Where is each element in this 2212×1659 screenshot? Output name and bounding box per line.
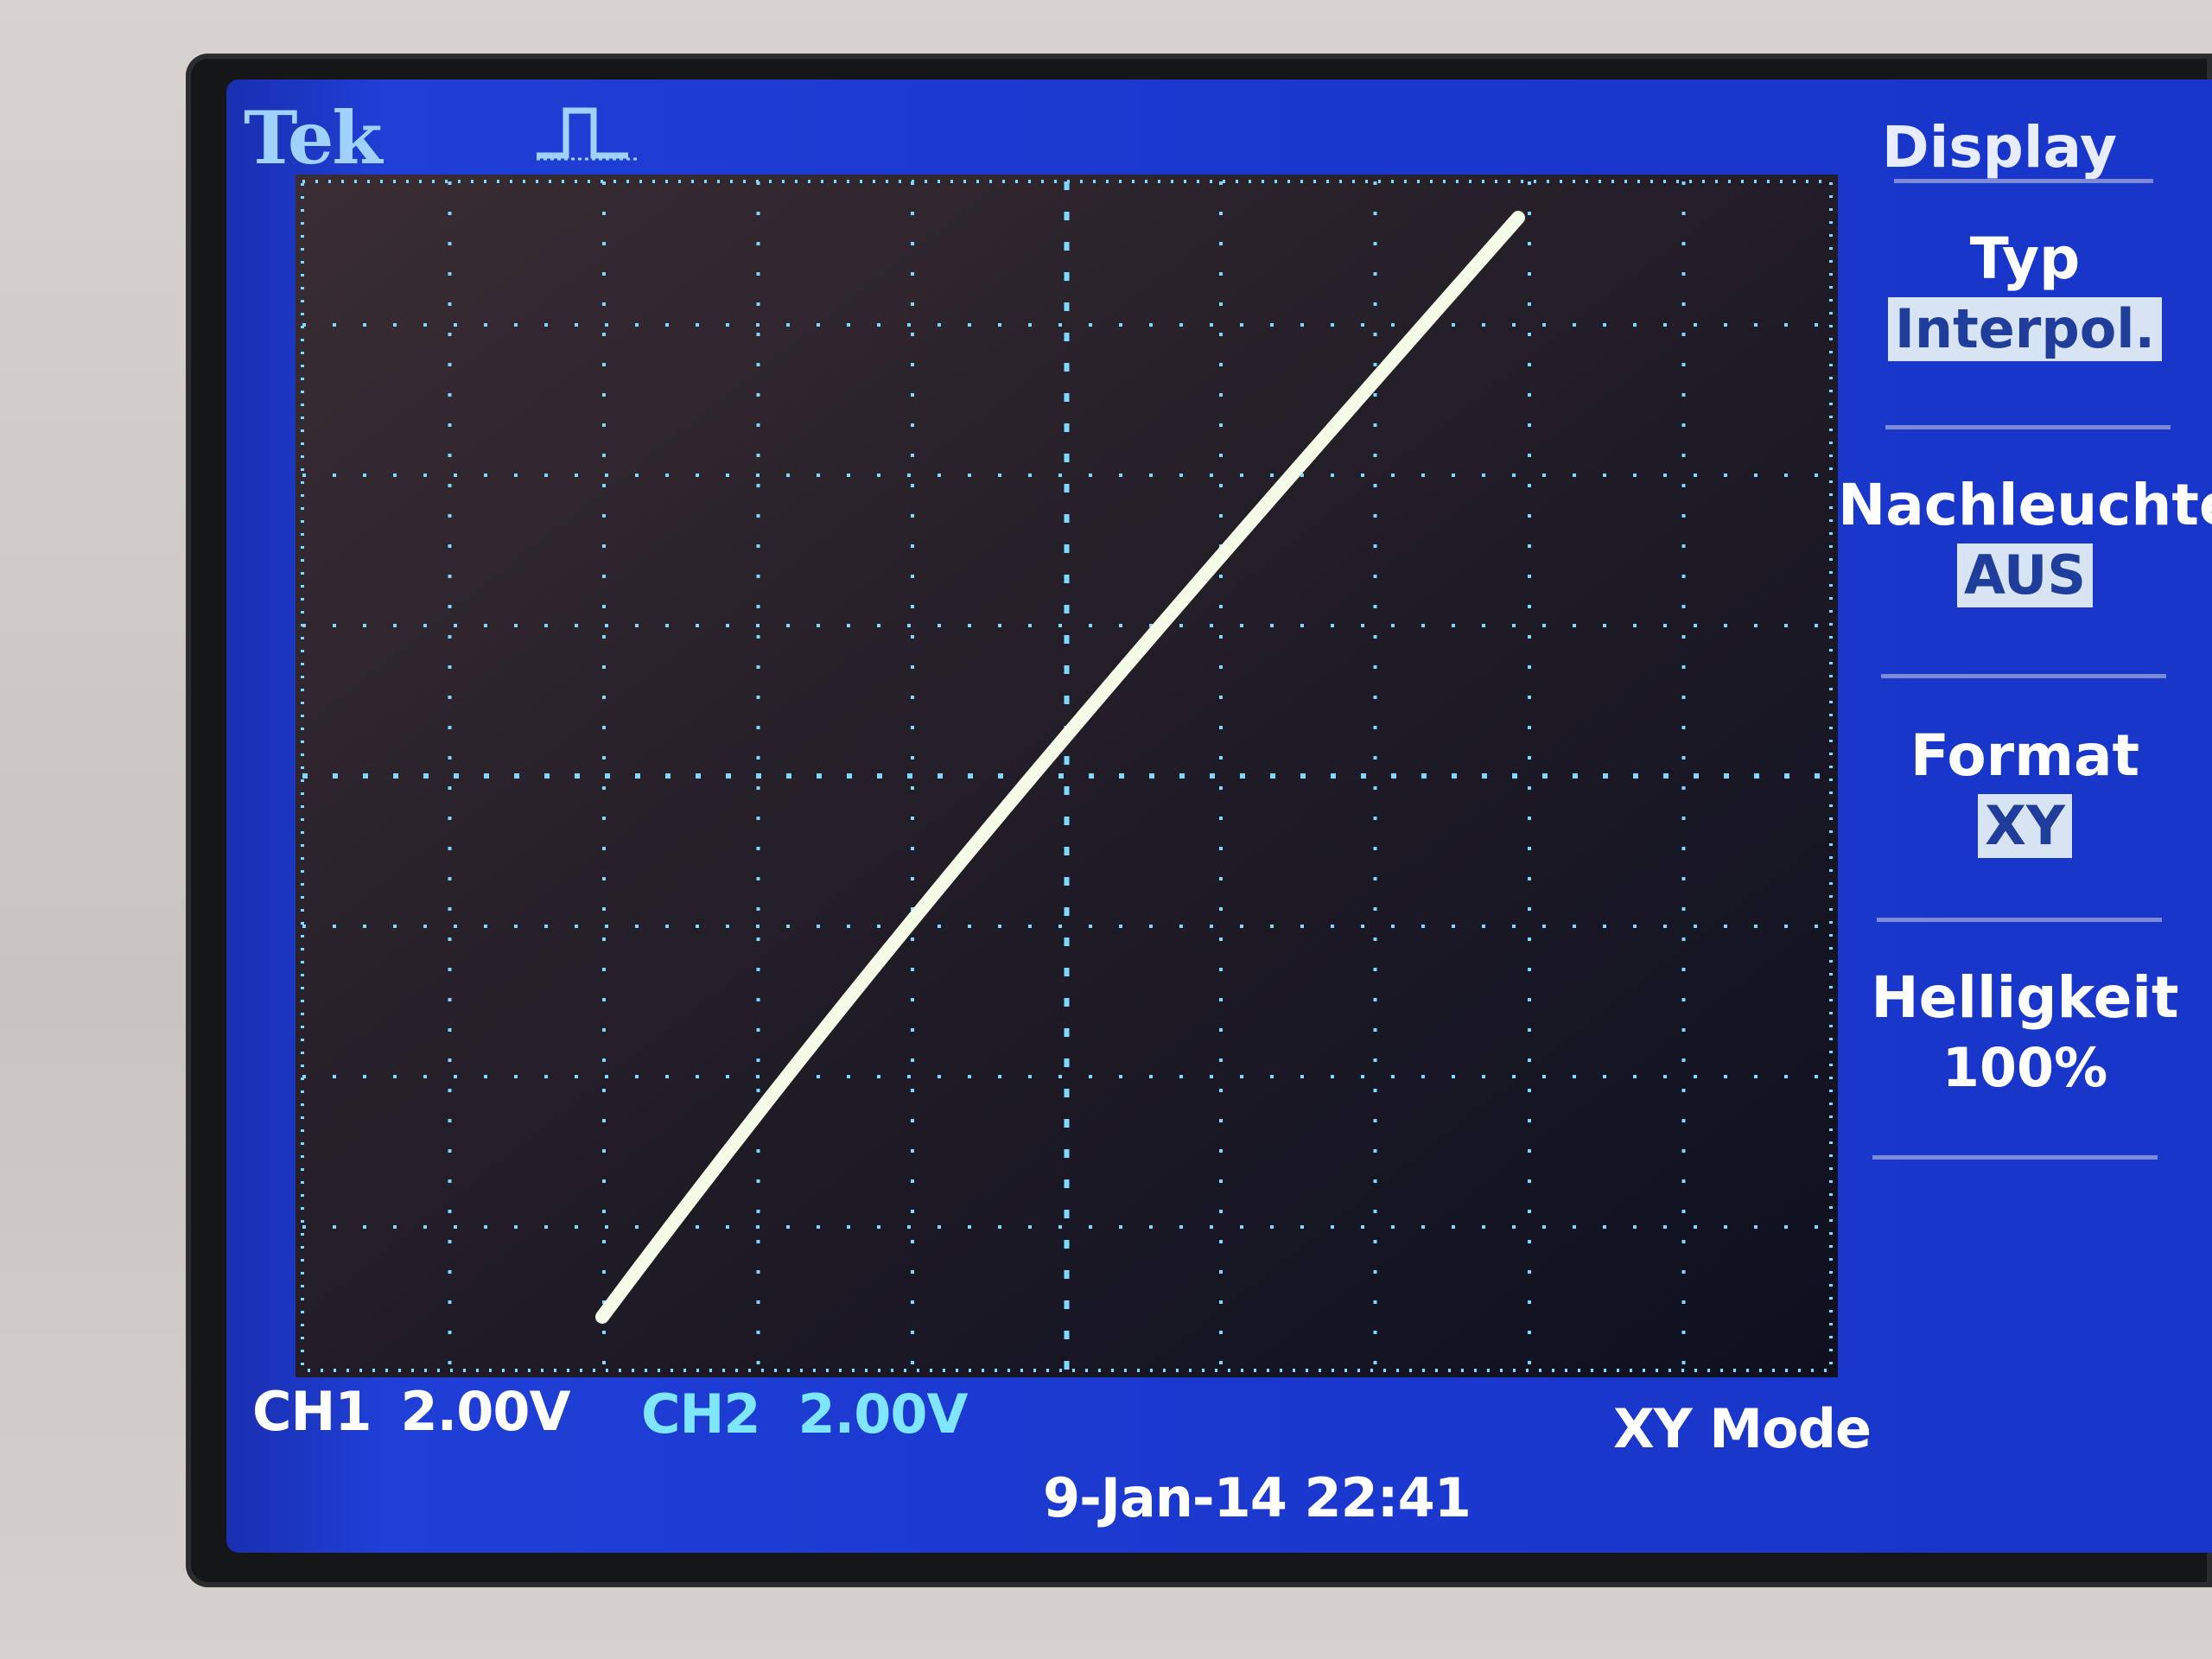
menu-item-value: Interpol.	[1887, 297, 2163, 361]
menu-item-label: Helligkeit	[1871, 964, 2179, 1031]
display-menu: Display Typ Interpol. Nachleuchten AUS F…	[1838, 79, 2212, 1553]
graticule	[296, 175, 1838, 1377]
menu-item-label: Nachleuchten	[1838, 472, 2212, 538]
menu-separator	[1877, 918, 2162, 922]
ch1-scale: 2.00V	[400, 1380, 571, 1443]
menu-item-value: 100%	[1942, 1036, 2108, 1099]
menu-separator	[1881, 674, 2166, 678]
menu-item-value: AUS	[1956, 543, 2094, 607]
menu-title: Display	[1881, 114, 2117, 181]
menu-item-label: Typ	[1969, 226, 2081, 292]
menu-item-value: XY	[1978, 794, 2072, 858]
date-time: 9-Jan-14 22:41	[1043, 1466, 1471, 1529]
menu-item-label: Format	[1910, 722, 2140, 789]
oscilloscope-screen: Tek CH1 2.00V CH2 2.00V XY Mode 9-Jan-14 2…	[226, 79, 2212, 1553]
menu-separator	[1872, 1155, 2158, 1160]
menu-item-helligkeit[interactable]: Helligkeit 100%	[1838, 965, 2212, 1100]
ch1-label: CH1	[252, 1380, 372, 1443]
ch2-scale-readout: CH2 2.00V	[641, 1382, 1006, 1446]
ch2-scale: 2.00V	[798, 1382, 969, 1446]
ch2-label: CH2	[641, 1382, 761, 1446]
tek-logo: Tek	[244, 95, 383, 181]
menu-separator	[1885, 425, 2171, 429]
pulse-trigger-icon	[537, 107, 637, 161]
ch1-scale-readout: CH1 2.00V	[252, 1380, 600, 1443]
menu-separator	[1894, 179, 2153, 183]
menu-item-typ[interactable]: Typ Interpol.	[1838, 226, 2212, 361]
xy-mode-indicator: XY Mode	[1613, 1397, 1872, 1460]
menu-item-nachleuchten[interactable]: Nachleuchten AUS	[1838, 473, 2212, 607]
menu-item-format[interactable]: Format XY	[1838, 723, 2212, 858]
